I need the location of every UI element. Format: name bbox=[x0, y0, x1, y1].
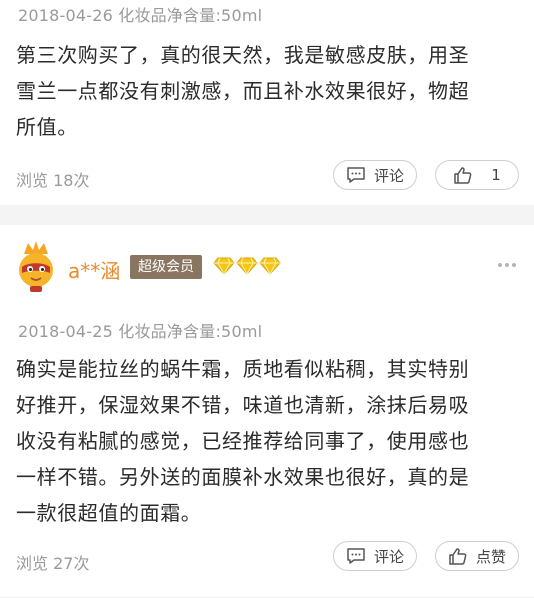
review-line: 一样不错。另外送的面膜补水效果也很好，真的是 bbox=[16, 465, 470, 489]
section-divider bbox=[0, 205, 534, 225]
review-line: 雪兰一点都没有刺激感，而且补水效果很好，物超 bbox=[16, 79, 470, 103]
review-card: a**涵 超级会员 2018-04-25 化妆品净含量:50ml 确实是能拉丝的… bbox=[0, 225, 534, 598]
member-level bbox=[213, 257, 281, 275]
like-button[interactable]: 点赞 bbox=[435, 541, 519, 571]
view-count: 浏览 27次 bbox=[16, 554, 90, 573]
review-content: 确实是能拉丝的蜗牛霜，质地看似粘稠，其实特别 好推开，保湿效果不错，味道也清新，… bbox=[16, 351, 518, 531]
view-count: 浏览 18次 bbox=[16, 171, 90, 190]
diamond-icon bbox=[213, 257, 235, 275]
like-button[interactable]: 1 bbox=[435, 160, 519, 190]
username[interactable]: a**涵 bbox=[68, 255, 120, 284]
diamond-icon bbox=[259, 257, 281, 275]
thumbs-up-icon bbox=[454, 167, 472, 184]
comment-button[interactable]: 评论 bbox=[333, 160, 417, 190]
review-line: 第三次购买了，真的很天然，我是敏感皮肤，用圣 bbox=[16, 43, 470, 67]
comment-icon bbox=[347, 167, 365, 183]
review-line: 好推开，保湿效果不错，味道也清新，涂抹后易吸 bbox=[16, 393, 470, 417]
member-badge: 超级会员 bbox=[130, 255, 202, 279]
avatar[interactable] bbox=[14, 240, 58, 292]
comment-icon bbox=[347, 548, 365, 564]
comment-label: 评论 bbox=[373, 166, 404, 185]
review-line: 所值。 bbox=[16, 115, 78, 139]
like-label: 点赞 bbox=[475, 547, 506, 566]
comment-button[interactable]: 评论 bbox=[333, 541, 417, 571]
more-dots-icon[interactable] bbox=[498, 263, 516, 267]
like-count: 1 bbox=[491, 166, 501, 184]
review-line: 收没有粘腻的感觉，已经推荐给同事了，使用感也 bbox=[16, 429, 470, 453]
review-line: 一款很超值的面霜。 bbox=[16, 501, 202, 525]
diamond-icon bbox=[236, 257, 258, 275]
comment-label: 评论 bbox=[373, 547, 404, 566]
review-card: 2018-04-26 化妆品净含量:50ml 第三次购买了，真的很天然，我是敏感… bbox=[0, 0, 534, 205]
review-meta: 2018-04-26 化妆品净含量:50ml bbox=[18, 6, 263, 25]
review-content: 第三次购买了，真的很天然，我是敏感皮肤，用圣 雪兰一点都没有刺激感，而且补水效果… bbox=[16, 37, 518, 145]
thumbs-up-icon bbox=[449, 548, 467, 565]
review-line: 确实是能拉丝的蜗牛霜，质地看似粘稠，其实特别 bbox=[16, 357, 470, 381]
review-meta: 2018-04-25 化妆品净含量:50ml bbox=[18, 322, 263, 341]
